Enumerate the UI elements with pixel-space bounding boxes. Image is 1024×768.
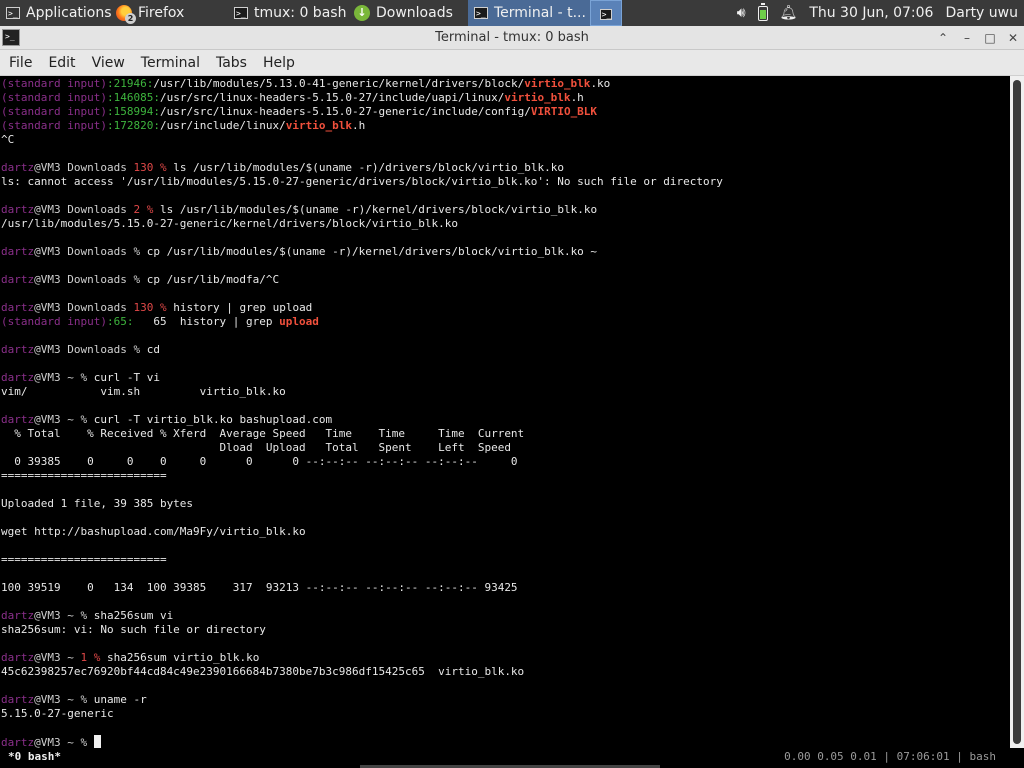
taskbar: >_ Applications 2 Firefox >_ tmux: 0 bas… (0, 0, 1024, 26)
command-line: dartz@VM3 Downloads % cp /usr/lib/modfa/… (1, 273, 280, 286)
task-tmux[interactable]: >_ tmux: 0 bash (228, 0, 348, 26)
user-menu[interactable]: Darty uwu (939, 0, 1024, 26)
chevron-up-icon: ⌃ (937, 31, 949, 45)
task-downloads[interactable]: ↓ Downloads (348, 0, 468, 26)
task-firefox[interactable]: 2 Firefox (110, 0, 228, 26)
output-line: (standard input):21946:/usr/lib/modules/… (1, 77, 611, 90)
minimize-button[interactable]: – (959, 30, 975, 46)
battery-icon (757, 2, 768, 21)
output-line: 45c62398257ec76920bf44cd84c49e2390166684… (1, 665, 525, 678)
terminal-icon: >_ (474, 5, 488, 21)
notifications-button[interactable]: 🔔︎ (774, 0, 804, 26)
tmux-status-right: 0.00 0.05 0.01 | 07:06:01 | bash (784, 750, 996, 763)
task-firefox-label: Firefox (138, 5, 185, 21)
task-terminal-current[interactable]: >_ (590, 0, 622, 26)
tmux-window-list[interactable]: *0 bash* (8, 748, 61, 766)
command-line: dartz@VM3 ~ % sha256sum vi (1, 609, 174, 622)
menu-view[interactable]: View (84, 50, 133, 76)
terminal-icon: >_ (599, 9, 613, 20)
command-line: dartz@VM3 Downloads % cp /usr/lib/module… (1, 245, 598, 258)
command-line: dartz@VM3 Downloads 130 % history | grep… (1, 301, 313, 314)
terminal-output[interactable]: (standard input):21946:/usr/lib/modules/… (0, 76, 1010, 748)
output-line: Uploaded 1 file, 39 385 bytes (1, 497, 194, 510)
output-line: ^C (1, 133, 15, 146)
command-line: dartz@VM3 Downloads % cd (1, 343, 160, 356)
window-title: Terminal - tmux: 0 bash (435, 30, 589, 45)
task-downloads-label: Downloads (376, 5, 453, 21)
applications-icon: >_ (6, 5, 20, 21)
command-line: dartz@VM3 ~ % uname -r (1, 693, 147, 706)
volume-button[interactable]: 🔊︎ (731, 0, 752, 26)
task-terminal[interactable]: >_ Terminal - t... (468, 0, 590, 26)
command-line: dartz@VM3 ~ % curl -T virtio_blk.ko bash… (1, 413, 333, 426)
shade-button[interactable]: ⌃ (935, 30, 951, 46)
close-button[interactable]: ✕ (1005, 30, 1021, 46)
menu-file[interactable]: File (0, 50, 40, 76)
command-line: dartz@VM3 Downloads 130 % ls /usr/lib/mo… (1, 161, 564, 174)
maximize-button[interactable]: □ (982, 30, 998, 46)
output-line: % Total % Received % Xferd Average Speed… (1, 427, 525, 440)
output-line: 100 39519 0 134 100 39385 317 93213 --:-… (1, 581, 518, 594)
task-terminal-label: Terminal - t... (494, 5, 586, 21)
bell-icon: 🔔︎ (779, 5, 798, 21)
menu-edit[interactable]: Edit (40, 50, 83, 76)
output-line: (standard input):65: 65 history | grep u… (1, 315, 319, 328)
menu-tabs[interactable]: Tabs (208, 50, 255, 76)
task-tmux-label: tmux: 0 bash (254, 5, 347, 21)
output-line: 5.15.0-27-generic (1, 707, 114, 720)
tmux-status-bar: *0 bash* 0.00 0.05 0.01 | 07:06:01 | bas… (0, 748, 1024, 768)
scrollbar[interactable] (1010, 76, 1024, 748)
output-line: Dload Upload Total Spent Left Speed (1, 441, 511, 454)
download-icon: ↓ (354, 5, 370, 21)
text-cursor (93, 735, 101, 748)
output-line: ls: cannot access '/usr/lib/modules/5.15… (1, 175, 723, 188)
minimize-icon: – (964, 31, 970, 45)
menubar: File Edit View Terminal Tabs Help (0, 50, 1024, 76)
terminal-icon: >_ (234, 5, 248, 21)
output-line: (standard input):146085:/usr/src/linux-h… (1, 91, 584, 104)
output-line: (standard input):158994:/usr/src/linux-h… (1, 105, 598, 118)
applications-menu[interactable]: >_ Applications (0, 0, 112, 26)
clock-label: Thu 30 Jun, 07:06 (809, 5, 934, 21)
output-line: ========================= (1, 469, 167, 482)
window-titlebar[interactable]: >_ Terminal - tmux: 0 bash ⌃ – □ ✕ (0, 26, 1024, 50)
volume-icon: 🔊︎ (736, 5, 746, 21)
firefox-icon: 2 (116, 5, 136, 24)
output-line: wget http://bashupload.com/Ma9Fy/virtio_… (1, 525, 306, 538)
command-line: dartz@VM3 Downloads 2 % ls /usr/lib/modu… (1, 203, 598, 216)
output-line: sha256sum: vi: No such file or directory (1, 623, 266, 636)
user-label: Darty uwu (945, 5, 1018, 21)
close-icon: ✕ (1007, 31, 1019, 45)
output-line: (standard input):172820:/usr/include/lin… (1, 119, 366, 132)
window-count-badge: 2 (125, 13, 136, 24)
applications-label: Applications (26, 5, 112, 21)
battery-button[interactable] (752, 0, 774, 26)
command-line: dartz@VM3 ~ 1 % sha256sum virtio_blk.ko (1, 651, 260, 664)
output-line: /usr/lib/modules/5.15.0-27-generic/kerne… (1, 217, 458, 230)
output-line: 0 39385 0 0 0 0 0 0 --:--:-- --:--:-- --… (1, 455, 518, 468)
scrollbar-thumb[interactable] (1013, 80, 1021, 744)
output-line: vim/ vim.sh virtio_blk.ko (1, 385, 286, 398)
menu-help[interactable]: Help (255, 50, 303, 76)
command-line: dartz@VM3 ~ % curl -T vi (1, 371, 160, 384)
clock[interactable]: Thu 30 Jun, 07:06 (803, 0, 939, 26)
maximize-icon: □ (984, 31, 996, 45)
active-prompt[interactable]: dartz@VM3 ~ % (1, 735, 101, 748)
output-line: ========================= (1, 553, 167, 566)
menu-terminal[interactable]: Terminal (133, 50, 208, 76)
